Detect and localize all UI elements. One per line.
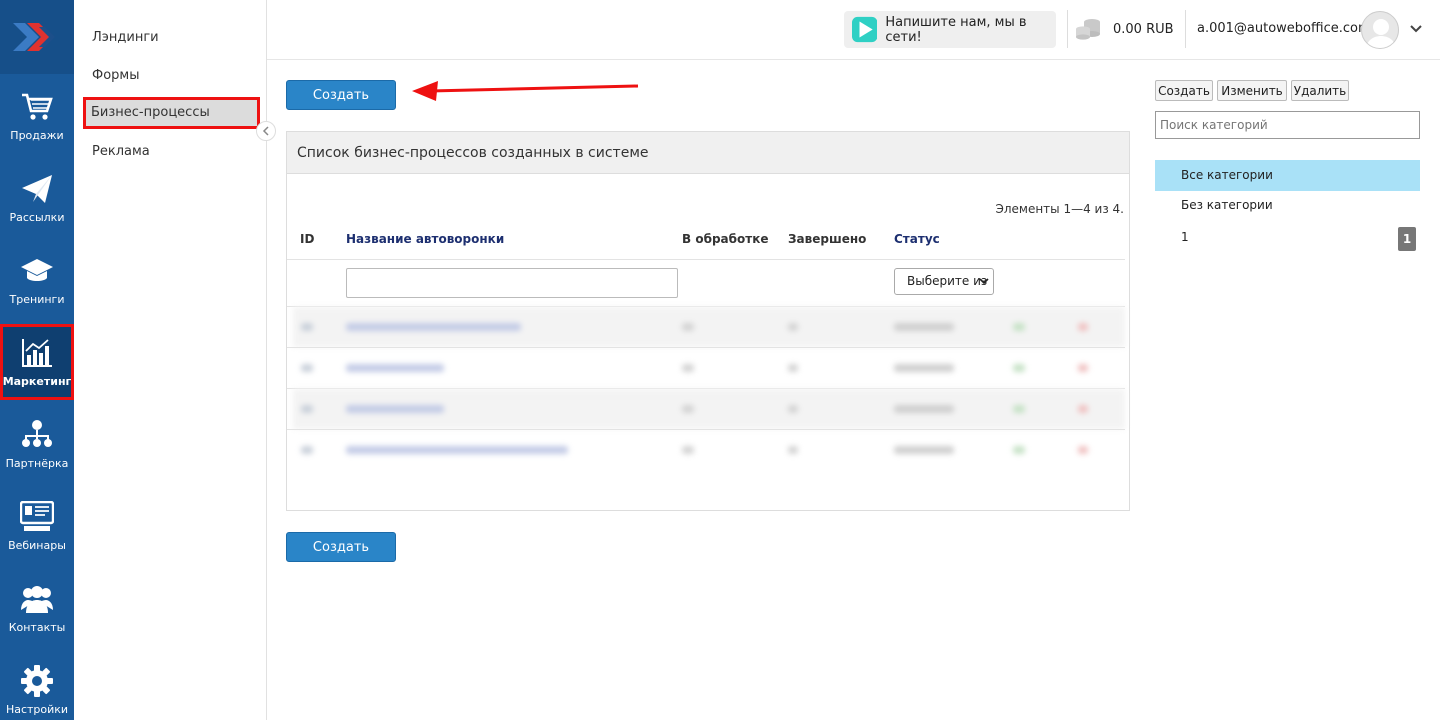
- table-row[interactable]: [293, 348, 1125, 388]
- balance-display[interactable]: 0.00 RUB: [1075, 18, 1174, 40]
- collapse-submenu-button[interactable]: [256, 121, 276, 141]
- column-done: Завершено: [788, 232, 867, 246]
- paper-plane-icon: [22, 174, 52, 203]
- rail-item-label: Контакты: [8, 620, 66, 634]
- avatar[interactable]: [1361, 11, 1399, 49]
- category-count-badge: 1: [1398, 227, 1416, 251]
- chart-icon: [22, 338, 52, 367]
- table-row[interactable]: [293, 389, 1125, 429]
- users-icon: [21, 585, 53, 613]
- network-icon: [22, 419, 52, 447]
- marketing-submenu: Лэндинги Формы Бизнес-процессы Реклама: [74, 0, 267, 720]
- rail-item-partners[interactable]: Партнёрка: [0, 408, 74, 480]
- rail-item-sales[interactable]: Продажи: [0, 80, 74, 152]
- column-processing: В обработке: [682, 232, 769, 246]
- presentation-icon: [20, 500, 54, 531]
- chat-support-button[interactable]: Напишите нам, мы в сети!: [844, 11, 1056, 48]
- category-delete-button[interactable]: Удалить: [1291, 80, 1349, 101]
- rail-item-label: Настройки: [5, 702, 69, 716]
- panel-title: Список бизнес-процессов созданных в сист…: [287, 132, 1129, 174]
- user-avatar-icon: [1366, 19, 1396, 48]
- submenu-item-business-processes[interactable]: Бизнес-процессы: [83, 97, 260, 129]
- rail-item-settings[interactable]: Настройки: [0, 654, 74, 720]
- items-count: Элементы 1—4 из 4.: [995, 202, 1124, 216]
- chevron-down-icon[interactable]: [1408, 21, 1424, 37]
- rail-item-webinars[interactable]: Вебинары: [0, 490, 74, 562]
- topbar-divider: [1185, 10, 1186, 48]
- category-search-input[interactable]: [1155, 111, 1420, 139]
- rail-item-label: Тренинги: [9, 292, 65, 306]
- submenu-item-forms[interactable]: Формы: [84, 60, 260, 92]
- rail-item-mailings[interactable]: Рассылки: [0, 162, 74, 234]
- rail-item-label: Вебинары: [8, 538, 66, 552]
- submenu-item-ads[interactable]: Реклама: [84, 136, 260, 168]
- rail-item-label: Рассылки: [9, 210, 65, 224]
- name-filter-input[interactable]: [346, 268, 678, 298]
- create-button-bottom[interactable]: Создать: [286, 532, 396, 562]
- rail-item-trainings[interactable]: Тренинги: [0, 244, 74, 316]
- rail-item-marketing[interactable]: Маркетинг: [0, 324, 74, 400]
- rail-item-label: Маркетинг: [2, 374, 72, 388]
- rail-item-label: Продажи: [10, 128, 64, 142]
- submenu-item-landings[interactable]: Лэндинги: [84, 22, 260, 54]
- gear-icon: [21, 664, 53, 697]
- chevron-down-icon: [979, 278, 989, 285]
- category-edit-button[interactable]: Изменить: [1217, 80, 1287, 101]
- main-nav-rail: Продажи Рассылки Тренинги Маркетинг Парт…: [0, 0, 74, 720]
- top-bar: Напишите нам, мы в сети! 0.00 RUB a.001@…: [267, 0, 1440, 60]
- column-id[interactable]: ID: [300, 232, 314, 246]
- row-divider: [287, 259, 1125, 260]
- user-email[interactable]: a.001@autoweboffice.com: [1197, 21, 1371, 36]
- table-row[interactable]: [293, 307, 1125, 347]
- create-button-top[interactable]: Создать: [286, 80, 396, 110]
- column-status[interactable]: Статус: [894, 232, 940, 246]
- table-row[interactable]: [293, 430, 1125, 470]
- graduation-cap-icon: [21, 258, 53, 281]
- balance-value: 0.00 RUB: [1113, 21, 1174, 37]
- status-filter-select[interactable]: Выберите из: [894, 268, 994, 295]
- business-process-panel: Список бизнес-процессов созданных в сист…: [286, 131, 1130, 511]
- cart-icon: [22, 93, 53, 120]
- category-item-uncategorized[interactable]: Без категории: [1155, 190, 1420, 221]
- category-create-button[interactable]: Создать: [1155, 80, 1213, 101]
- red-arrow-annotation: [412, 81, 639, 101]
- status-filter-value: Выберите из: [907, 274, 988, 288]
- column-name[interactable]: Название автоворонки: [346, 232, 504, 246]
- chat-support-label: Напишите нам, мы в сети!: [885, 14, 1027, 45]
- topbar-divider: [1067, 10, 1068, 48]
- category-item-1[interactable]: 1: [1155, 222, 1420, 253]
- logo-chevrons-icon: [13, 23, 55, 51]
- app-logo[interactable]: [0, 0, 74, 74]
- chevron-left-icon: [262, 126, 269, 136]
- coins-icon: [1076, 19, 1100, 40]
- rail-item-label: Партнёрка: [5, 456, 69, 470]
- chat-play-icon: [852, 16, 878, 43]
- rail-item-contacts[interactable]: Контакты: [0, 572, 74, 644]
- category-item-all[interactable]: Все категории: [1155, 160, 1420, 191]
